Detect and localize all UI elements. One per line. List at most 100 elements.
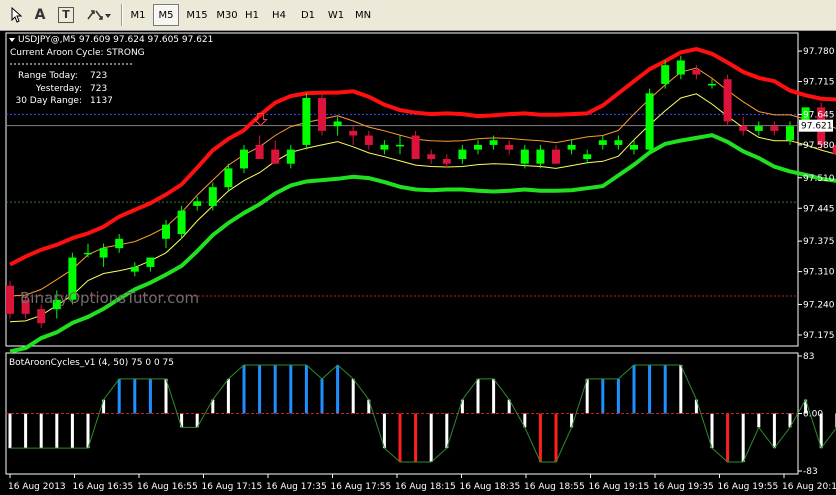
candle-body [723,79,732,122]
ind-axis-tick-label: 83 [803,352,814,362]
timeframe-m5-button[interactable]: M5 [153,4,179,26]
y-axis-tick-label: 97.510 [803,174,835,184]
text-label-tool-button[interactable]: T [55,4,77,26]
watermark: BinaryOptionsTutor.com [20,289,199,307]
toolbar-separator [121,4,123,26]
day30-value: 1137 [90,96,113,106]
x-axis-tick-label: 16 Aug 16:55 [137,482,198,492]
candle-body [536,149,545,164]
x-axis-tick-label: 16 Aug 2013 [8,482,66,492]
y-axis-tick-label: 97.780 [803,47,835,57]
candle-body [645,93,654,150]
candle-body [349,130,358,136]
x-axis-tick-label: 16 Aug 18:15 [395,482,456,492]
aroon-cycle-text: Current Aroon Cycle: STRONG [10,48,145,58]
y-axis-tick-label: 97.580 [803,141,835,151]
candle-body [708,83,716,86]
candle-body [739,126,748,131]
candle-body [146,257,155,267]
candle-body [240,149,248,169]
candle-body [442,159,451,164]
x-axis-tick-label: 16 Aug 17:35 [266,482,327,492]
y-axis-tick-label: 97.445 [803,204,835,214]
timeframe-h1-button[interactable]: H1 [240,4,264,26]
price-chart: 97.780 97.715 97.645 97.580 97.510 97.445 97.3… [5,32,836,492]
candle-body [598,140,607,145]
candle-body [396,144,404,147]
ind-axis-tick-label: 0.00 [803,410,823,420]
x-axis-tick-label: 16 Aug 17:55 [331,482,392,492]
x-axis-tick-label: 16 Aug 17:15 [202,482,263,492]
yesterday-value: 723 [90,84,107,94]
candle-body [193,201,202,206]
y-axis-tick-label: 97.645 [803,110,835,120]
candle-body [474,144,482,150]
timeframe-m30-button[interactable]: M30 [215,4,239,26]
candle-body [130,266,139,272]
candle-body [177,210,186,235]
x-axis-tick-label: 16 Aug 19:35 [653,482,714,492]
candle-body [505,144,514,150]
timeframe-m1-button[interactable]: M1 [125,4,151,26]
y-axis-tick-label: 97.240 [803,300,835,310]
arrows-tool-button[interactable] [84,4,114,26]
candle-body [676,60,685,75]
y-axis-tick-label: 97.310 [803,268,835,278]
x-axis-tick-label: 16 Aug 18:35 [460,482,521,492]
candle-body [411,135,420,159]
text-tool-button[interactable]: A [29,4,51,26]
yesterday-label: Yesterday: [35,84,82,94]
candle-body [614,140,623,145]
range-today-value: 723 [90,71,107,81]
candle-body [286,149,295,164]
indicator-label: BotAroonCycles_v1 (4, 50) 75 0 0 75 [9,358,174,368]
arrows-icon [87,10,111,20]
candle-body [567,144,576,150]
candle-body [115,238,124,249]
candle-body [692,69,701,75]
x-axis-tick-label: 16 Aug 19:55 [718,482,779,492]
x-axis-tick-label: 16 Aug 16:35 [73,482,134,492]
ind-axis-tick-label: -83 [803,467,818,477]
cursor-tool-button[interactable] [5,4,27,26]
x-axis-tick-label: 16 Aug 20:15 [782,482,836,492]
candle-body [6,285,14,314]
candle-body [224,168,233,188]
candle-body [786,126,794,141]
candle-body [427,154,436,159]
candle-body [99,248,108,258]
candle-body [364,135,373,145]
candle-body [255,144,264,159]
range-today-label: Range Today: [18,71,78,81]
candle-body [458,149,467,159]
y-axis-tick-label: 97.715 [803,78,835,88]
candle-body [208,187,217,206]
candle-body [333,121,342,127]
candle-body [380,144,389,150]
timeframe-m15-button[interactable]: M15 [181,4,213,26]
candle-body [489,140,498,145]
candle-body [84,252,92,255]
toolbar: A T M1 M5 M15 M30 H1 H4 D1 W1 MN [0,0,836,31]
current-price-label: 97.621 [801,122,833,132]
candle-body [552,149,560,164]
candle-body [520,149,529,164]
x-axis-tick-label: 16 Aug 19:15 [589,482,650,492]
candle-body [661,65,670,84]
timeframe-w1-button[interactable]: W1 [323,4,349,26]
timeframe-h4-button[interactable]: H4 [266,4,292,26]
day30-label: 30 Day Range: [15,96,82,106]
timeframe-d1-button[interactable]: D1 [295,4,321,26]
chart-header: USDJPY@,M5 97.609 97.624 97.605 97.621 [18,35,213,45]
candle-body [37,309,46,324]
candle-body [271,149,280,164]
x-axis-tick-label: 16 Aug 18:55 [524,482,585,492]
cursor-icon [11,7,23,23]
text-label-icon: T [58,7,74,23]
y-axis-tick-label: 97.375 [803,237,835,247]
candle-body [754,126,763,131]
candle-body [630,144,638,150]
candle-body [302,98,311,145]
timeframe-mn-button[interactable]: MN [350,4,376,26]
candle-body [318,98,326,131]
